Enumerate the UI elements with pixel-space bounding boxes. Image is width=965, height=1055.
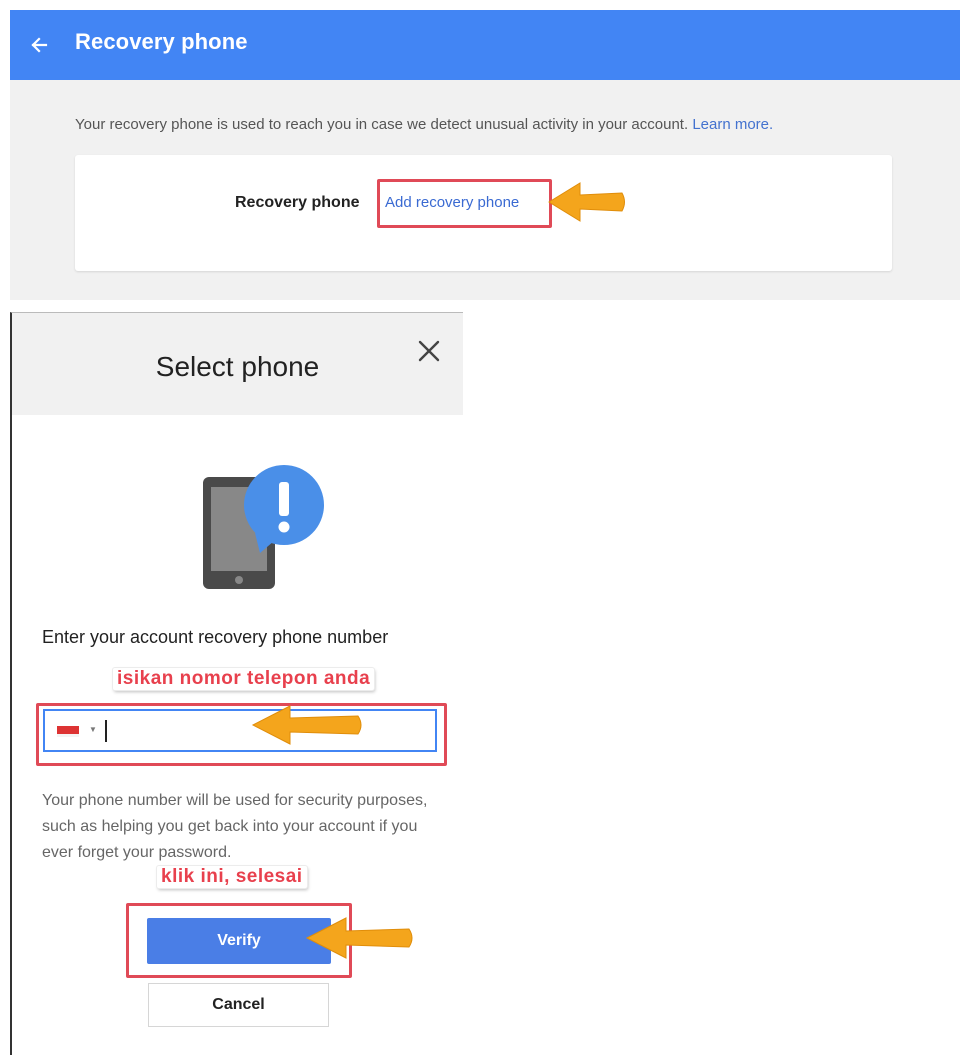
arrow-annotation-verify <box>305 917 413 959</box>
arrow-annotation-add-phone <box>548 182 625 222</box>
phone-prompt: Enter your account recovery phone number <box>42 627 389 647</box>
cancel-button[interactable]: Cancel <box>148 983 329 1027</box>
arrow-annotation-phone-input <box>251 705 362 745</box>
recovery-phone-page: Recovery phone Your recovery phone is us… <box>10 10 960 300</box>
close-button[interactable] <box>415 337 443 365</box>
annotation-verify-hint: klik ini, selesai <box>157 866 307 888</box>
phone-alert-icon <box>203 465 324 589</box>
dialog-header: Select phone <box>12 313 463 415</box>
page-title: Recovery phone <box>75 29 248 54</box>
recovery-info-text: Your recovery phone is used to reach you… <box>75 116 773 133</box>
annotation-phone-hint: isikan nomor telepon anda <box>113 668 375 690</box>
arrow-left-icon <box>31 37 48 53</box>
highlight-phone-input <box>36 703 447 766</box>
recovery-phone-label: Recovery phone <box>235 194 360 211</box>
info-text-body: Your recovery phone is used to reach you… <box>75 116 693 133</box>
dialog-title: Select phone <box>155 351 320 382</box>
learn-more-link[interactable]: Learn more. <box>692 116 773 133</box>
close-icon <box>418 340 440 362</box>
phone-help-text: Your phone number will be used for secur… <box>42 792 428 861</box>
app-bar: Recovery phone <box>10 10 960 80</box>
back-button[interactable] <box>24 30 54 60</box>
highlight-add-phone <box>377 179 552 228</box>
